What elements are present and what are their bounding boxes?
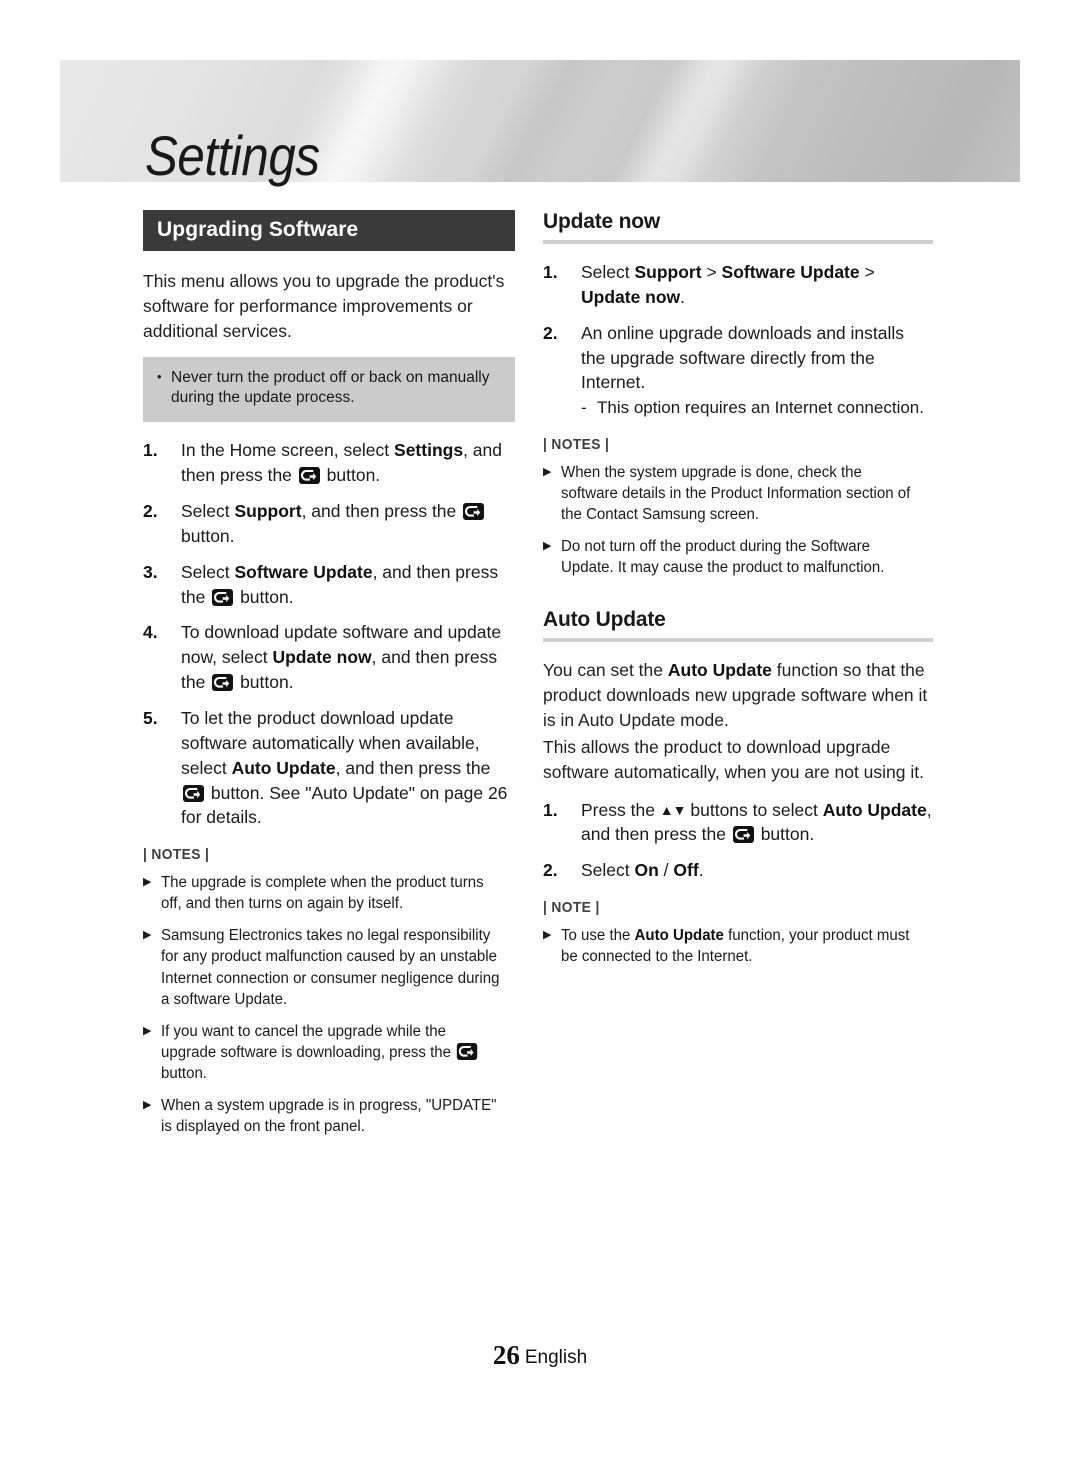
step-item: 2. Select Support, and then press the bu… — [143, 499, 515, 549]
section-title-update-now: Update now — [543, 210, 933, 244]
upgrading-software-steps: 1. In the Home screen, select Settings, … — [143, 438, 515, 830]
triangle-bullet-icon: ▶ — [543, 929, 552, 942]
update-now-notes-list: ▶ When the system upgrade is done, check… — [543, 462, 933, 578]
step-text: In the Home screen, select Settings, and… — [181, 440, 503, 486]
right-column: Update now 1. Select Support > Software … — [543, 210, 933, 978]
bullet-dot-icon: • — [157, 368, 162, 384]
auto-update-paragraph-1: You can set the Auto Update function so … — [543, 660, 928, 731]
step-number: 2. — [143, 501, 158, 522]
triangle-bullet-icon: ▶ — [143, 1024, 152, 1037]
sub-step-text: This option requires an Internet connect… — [597, 398, 924, 418]
enter-button-icon — [212, 674, 234, 692]
note-item: ▶ Do not turn off the product during the… — [543, 536, 933, 578]
note-text: Samsung Electronics takes no legal respo… — [161, 927, 500, 1008]
step-text: An online upgrade downloads and installs… — [581, 321, 933, 420]
step-text: To download update software and update n… — [181, 622, 502, 693]
note-text: Do not turn off the product during the S… — [561, 538, 885, 577]
note-text: When a system upgrade is in progress, "U… — [161, 1096, 497, 1135]
step-item: 1. In the Home screen, select Settings, … — [143, 438, 515, 488]
page-title: Settings — [145, 124, 320, 187]
note-text: To use the Auto Update function, your pr… — [561, 927, 910, 966]
notes-label: | NOTES | — [143, 846, 210, 864]
step-number: 1. — [543, 799, 558, 820]
left-notes-list: ▶ The upgrade is complete when the produ… — [143, 872, 515, 1137]
note-text: The upgrade is complete when the product… — [161, 874, 484, 913]
step-text: Select On / Off. — [581, 860, 704, 881]
enter-button-icon — [463, 503, 485, 521]
note-item: ▶ The upgrade is complete when the produ… — [143, 872, 515, 914]
notes-label: | NOTES | — [543, 436, 610, 454]
step-text: To let the product download update softw… — [181, 707, 508, 828]
note-label: | NOTE | — [543, 899, 600, 917]
note-item: ▶ Samsung Electronics takes no legal res… — [143, 925, 515, 1009]
note-text: When the system upgrade is done, check t… — [561, 464, 911, 524]
step-item: 3. Select Software Update, and then pres… — [143, 560, 515, 610]
section-title-upgrading-software: Upgrading Software — [143, 210, 515, 251]
step-item: 5. To let the product download update so… — [143, 706, 515, 830]
step-text: Select Software Update, and then press t… — [181, 561, 499, 607]
caution-text: Never turn the product off or back on ma… — [171, 368, 490, 407]
page-footer: 26 English — [0, 1340, 1080, 1371]
triangle-bullet-icon: ▶ — [543, 466, 552, 479]
step-number: 2. — [543, 860, 558, 881]
triangle-bullet-icon: ▶ — [543, 540, 552, 553]
note-item: ▶ If you want to cancel the upgrade whil… — [143, 1021, 515, 1084]
triangle-bullet-icon: ▶ — [143, 1098, 152, 1111]
up-down-arrows-icon: ▲▼ — [659, 801, 687, 818]
sub-step: - This option requires an Internet conne… — [581, 396, 933, 420]
enter-button-icon — [457, 1042, 478, 1060]
auto-update-steps: 1. Press the ▲▼ buttons to select Auto U… — [543, 798, 933, 884]
caution-box: • Never turn the product off or back on … — [143, 356, 515, 423]
intro-paragraph: This menu allows you to upgrade the prod… — [143, 271, 505, 341]
note-item: ▶ When the system upgrade is done, check… — [543, 462, 933, 525]
step-text: Select Support > Software Update > Updat… — [581, 262, 875, 307]
step-number: 5. — [143, 707, 158, 728]
step-number: 4. — [143, 622, 158, 643]
step-number: 1. — [143, 440, 158, 461]
auto-update-notes-list: ▶ To use the Auto Update function, your … — [543, 925, 933, 967]
note-item: ▶ When a system upgrade is in progress, … — [143, 1095, 515, 1137]
step-item: 1. Select Support > Software Update > Up… — [543, 260, 933, 310]
left-column: Upgrading Software This menu allows you … — [143, 210, 515, 1148]
step-item: 4. To download update software and updat… — [143, 620, 515, 695]
triangle-bullet-icon: ▶ — [143, 876, 152, 889]
step-text: Press the ▲▼ buttons to select Auto Upda… — [581, 799, 932, 845]
enter-button-icon — [298, 467, 320, 485]
note-item: ▶ To use the Auto Update function, your … — [543, 925, 933, 967]
step-number: 3. — [143, 561, 158, 582]
step-number: 1. — [543, 262, 558, 282]
enter-button-icon — [212, 588, 234, 606]
step-number: 2. — [543, 322, 558, 343]
step-item: 2. Select On / Off. — [543, 858, 933, 883]
enter-button-icon — [183, 784, 204, 802]
page-number: 26 — [492, 1340, 520, 1370]
page-language: English — [524, 1347, 588, 1368]
section-title-auto-update: Auto Update — [543, 608, 933, 643]
note-text: If you want to cancel the upgrade while … — [161, 1021, 504, 1084]
step-item: 2. An online upgrade downloads and insta… — [543, 321, 933, 420]
triangle-bullet-icon: ▶ — [143, 929, 152, 942]
enter-button-icon — [732, 826, 754, 844]
step-item: 1. Press the ▲▼ buttons to select Auto U… — [543, 798, 933, 848]
update-now-steps: 1. Select Support > Software Update > Up… — [543, 260, 933, 420]
dash-marker: - — [581, 398, 587, 418]
step-text: Select Support, and then press the butto… — [181, 499, 515, 549]
auto-update-paragraph-2: This allows the product to download upgr… — [543, 736, 924, 782]
